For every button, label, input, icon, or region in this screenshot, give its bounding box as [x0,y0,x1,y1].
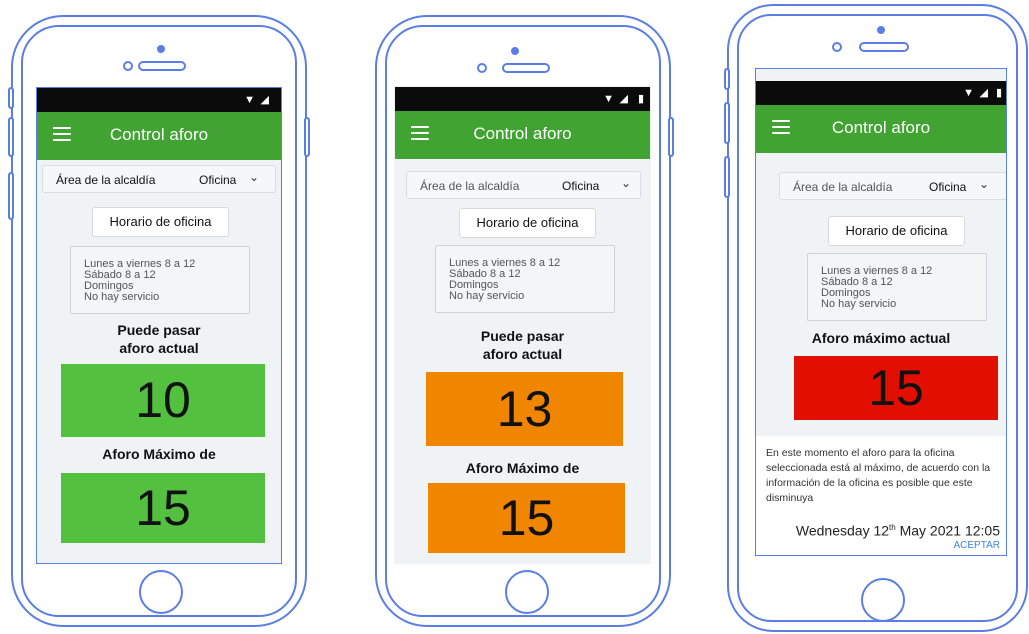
signal-icon: ◢ [619,93,628,105]
office-hours-box: Lunes a viernes 8 a 12 Sábado 8 a 12 Dom… [435,245,615,313]
screen-3: ▼ ◢ ▮ Control aforo Área de la alcaldía … [755,68,1007,556]
area-select-value: Oficina [929,180,967,194]
area-select[interactable]: Área de la alcaldía Oficina ⌄ [779,172,1006,200]
side-button [724,156,730,198]
wifi-icon: ▼ [244,94,255,106]
battery-icon: ▮ [995,87,1002,99]
area-select[interactable]: Área de la alcaldía Oficina ⌄ [406,171,641,199]
max-capacity-box: 15 [428,483,625,553]
hours-line: No hay servicio [449,290,525,302]
camera-dot [511,47,519,55]
alert-message: En este momento el aforo para la oficina… [766,447,991,504]
screen-2: ▼ ◢ ▮ Control aforo Área de la alcaldía … [394,86,651,564]
office-hours-button[interactable]: Horario de oficina [92,207,229,237]
max-capacity-label: Aforo Máximo de [102,446,216,462]
side-button [8,117,14,157]
side-button [724,68,730,90]
speaker [859,42,909,52]
office-hours-box: Lunes a viernes 8 a 12 Sábado 8 a 12 Dom… [70,246,250,314]
front-camera [832,42,842,52]
camera-dot [157,45,165,53]
area-select[interactable]: Área de la alcaldía Oficina ⌄ [42,165,276,193]
front-camera [123,61,133,71]
max-capacity-heading: Aforo máximo actual [811,330,951,346]
heading-line: aforo actual [482,346,563,362]
signal-icon: ◢ [260,94,269,106]
app-bar: Control aforo [395,111,650,159]
date-rest: May 2021 12:05 [895,522,1000,539]
hours-line: No hay servicio [821,298,897,310]
camera-dot [877,26,885,34]
side-button [8,87,14,109]
home-button[interactable] [505,570,549,614]
app-title: Control aforo [831,118,931,137]
signal-icon: ◢ [979,87,988,99]
max-capacity-box: 15 [61,473,265,543]
speaker [138,61,186,71]
status-bar: ▼ ◢ ▮ [756,81,1006,105]
office-hours-button[interactable]: Horario de oficina [459,208,596,238]
date-suffix: th [889,523,896,532]
wifi-icon: ▼ [963,87,974,99]
app-bar: Control aforo [37,112,281,160]
side-button [724,102,730,144]
front-camera [477,63,487,73]
current-capacity-heading: Puede pasar aforo actual [37,321,281,357]
area-select-label: Área de la alcaldía [793,180,893,194]
status-bar: ▼ ◢ ▮ [395,87,650,111]
screen-1: ▼ ◢ Control aforo Área de la alcaldía Of… [36,87,282,564]
heading-line: aforo actual [119,340,199,356]
chevron-down-icon: ⌄ [979,177,990,191]
area-select-value: Oficina [562,179,600,193]
area-select-value: Oficina [199,173,237,187]
hours-line: No hay servicio [84,291,160,303]
current-capacity-box: 15 [794,356,998,420]
area-select-label: Área de la alcaldía [56,173,156,187]
capacity-alert-dialog: En este momento el aforo para la oficina… [756,436,1006,555]
speaker [502,63,550,73]
office-hours-box: Lunes a viernes 8 a 12 Sábado 8 a 12 Dom… [807,253,987,321]
app-title: Control aforo [109,125,209,144]
current-capacity-box: 13 [426,372,623,446]
side-button [8,172,14,220]
side-button [304,117,310,157]
accept-button[interactable]: ACEPTAR [954,538,1001,553]
date-prefix: Wednesday 12 [795,522,890,539]
chevron-down-icon: ⌄ [249,170,260,184]
heading-line: Puede pasar [117,322,201,338]
alert-date: Wednesday 12th May 2021 12:05 [796,520,1000,539]
status-bar: ▼ ◢ [37,88,281,112]
chevron-down-icon: ⌄ [621,176,632,190]
app-title: Control aforo [473,124,572,143]
area-select-label: Área de la alcaldía [420,179,520,193]
current-capacity-heading: Puede pasar aforo actual [395,327,650,363]
side-button [668,117,674,157]
office-hours-button[interactable]: Horario de oficina [828,216,965,246]
max-capacity-label: Aforo Máximo de [465,460,580,476]
current-capacity-box: 10 [61,364,265,437]
home-button[interactable] [861,578,905,622]
heading-line: Puede pasar [480,328,565,344]
wifi-icon: ▼ [603,93,614,105]
battery-icon: ▮ [637,93,644,105]
app-bar: Control aforo [756,105,1006,153]
home-button[interactable] [139,570,183,614]
